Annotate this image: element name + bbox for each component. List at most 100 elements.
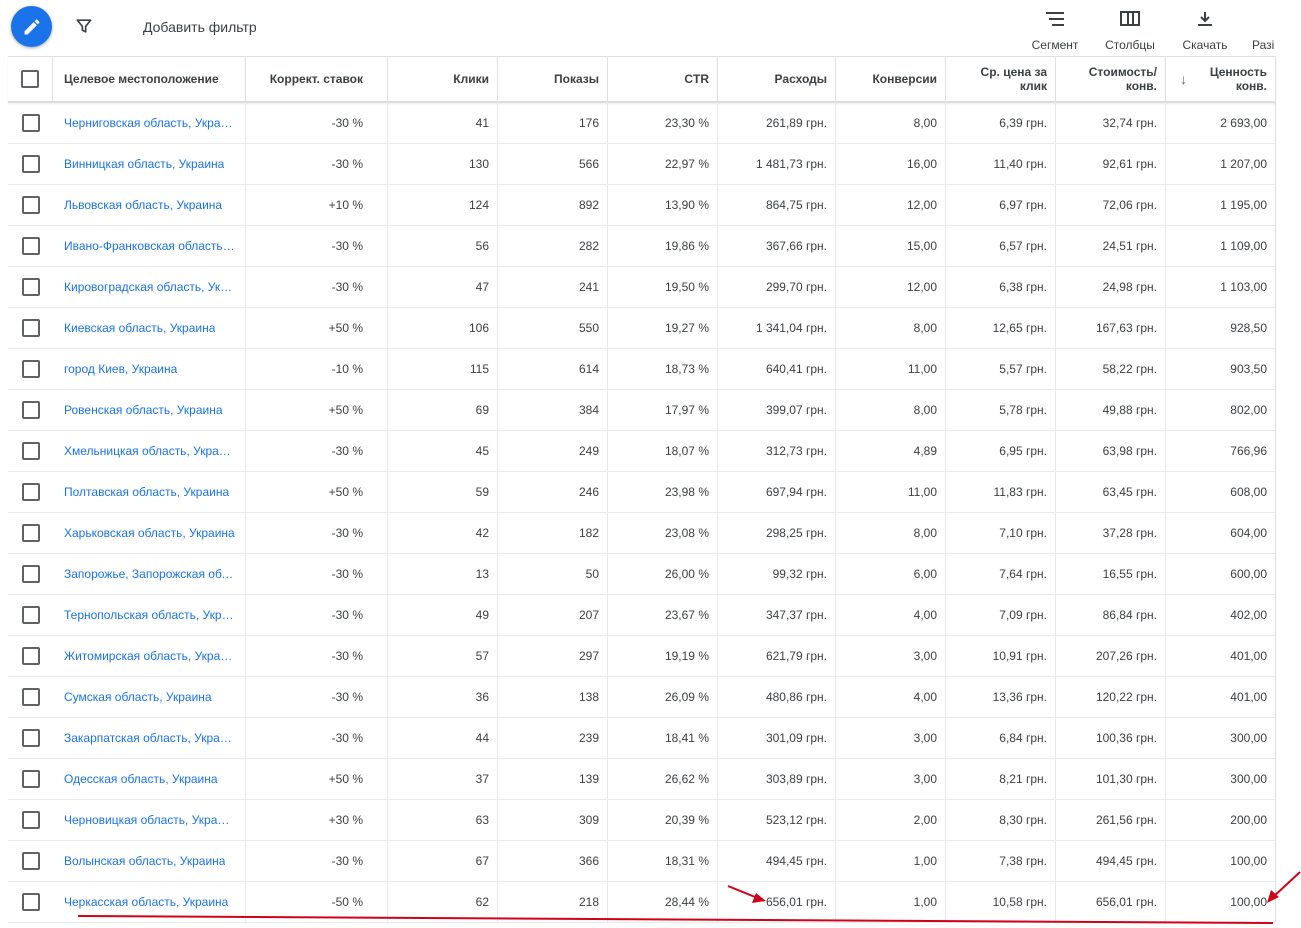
row-checkbox[interactable] [21,810,40,829]
cost-cell: 697,94 грн. [718,471,836,512]
header-bid-adj[interactable]: Коррект. ставок [246,57,388,101]
cost-cell: 99,32 грн. [718,553,836,594]
header-cost[interactable]: Расходы [718,57,836,101]
header-conv-value[interactable]: ↓ Ценность конв. [1166,57,1276,101]
row-checkbox[interactable] [21,113,40,132]
bid-adj-cell: +50 % [246,307,388,348]
row-checkbox[interactable] [21,892,40,911]
row-checkbox[interactable] [21,400,40,419]
avg-cpc-cell: 7,38 грн. [946,840,1056,881]
segment-label: Сегмент [1031,38,1079,52]
impressions-cell: 138 [498,676,608,717]
header-conversions[interactable]: Конверсии [836,57,946,101]
location-link[interactable]: Ровенская область, Украина [64,403,223,417]
location-link[interactable]: Кировоградская область, Украина [64,280,236,294]
columns-button[interactable]: Столбцы [1101,8,1159,52]
location-link[interactable]: Хмельницкая область, Украина [64,444,236,458]
location-link[interactable]: город Киев, Украина [64,362,177,376]
header-avg-cpc[interactable]: Ср. цена за клик [946,57,1056,101]
clicks-cell: 13 [388,553,498,594]
location-link[interactable]: Львовская область, Украина [64,198,222,212]
row-checkbox[interactable] [21,851,40,870]
location-cell: Харьковская область, Украина [53,512,246,553]
impressions-cell: 550 [498,307,608,348]
row-checkbox[interactable] [21,605,40,624]
clicks-cell: 130 [388,143,498,184]
conversions-cell: 4,89 [836,430,946,471]
row-checkbox[interactable] [21,359,40,378]
location-link[interactable]: Закарпатская область, Украина [64,731,236,745]
cost-cell: 640,41 грн. [718,348,836,389]
location-link[interactable]: Волынская область, Украина [64,854,225,868]
impressions-cell: 297 [498,635,608,676]
cost-conv-cell: 72,06 грн. [1056,184,1166,225]
row-checkbox[interactable] [21,523,40,542]
avg-cpc-cell: 6,84 грн. [946,717,1056,758]
location-link[interactable]: Запорожье, Запорожская область, Украина [64,567,236,581]
conversions-cell: 2,00 [836,799,946,840]
cost-cell: 312,73 грн. [718,430,836,471]
header-clicks[interactable]: Клики [388,57,498,101]
table-row: Сумская область, Украина -30 % 36 138 26,09 … [8,676,1276,718]
bid-adj-cell: +50 % [246,471,388,512]
row-checkbox[interactable] [21,687,40,706]
table-row: Черниговская область, Украина -30 % 41 176 2… [8,102,1276,144]
location-link[interactable]: Черновицкая область, Украина [64,813,236,827]
segment-button[interactable]: Сегмент [1028,8,1082,52]
location-link[interactable]: Житомирская область, Украина [64,649,236,663]
location-link[interactable]: Киевская область, Украина [64,321,215,335]
location-link[interactable]: Тернопольская область, Украина [64,608,236,622]
location-link[interactable]: Харьковская область, Украина [64,526,235,540]
download-button[interactable]: Скачать [1177,8,1233,52]
row-checkbox[interactable] [21,277,40,296]
location-link[interactable]: Винницкая область, Украина [64,157,224,171]
location-link[interactable]: Одесская область, Украина [64,772,218,786]
header-cost-conv[interactable]: Стоимость/ конв. [1056,57,1166,101]
header-location[interactable]: Целевое местоположение [53,57,246,101]
select-all-checkbox[interactable] [21,70,39,88]
avg-cpc-cell: 6,38 грн. [946,266,1056,307]
more-tools-button[interactable]: Разі [1252,8,1301,52]
cost-conv-cell: 63,45 грн. [1056,471,1166,512]
clicks-cell: 56 [388,225,498,266]
add-filter-button[interactable]: Добавить фильтр [143,19,257,35]
conversions-cell: 4,00 [836,594,946,635]
avg-cpc-cell: 6,97 грн. [946,184,1056,225]
row-checkbox[interactable] [21,154,40,173]
header-impressions[interactable]: Показы [498,57,608,101]
filter-icon[interactable] [74,16,94,36]
location-link[interactable]: Полтавская область, Украина [64,485,229,499]
table-row: Винницкая область, Украина -30 % 130 566 22,… [8,143,1276,185]
table-row: Закарпатская область, Украина -30 % 44 239 1… [8,717,1276,759]
conv-value-cell: 600,00 [1166,553,1276,594]
row-select-cell [8,676,53,717]
table-row: Кировоградская область, Украина -30 % 47 24… [8,266,1276,308]
location-link[interactable]: Сумская область, Украина [64,690,212,704]
row-checkbox[interactable] [21,769,40,788]
location-link[interactable]: Черкасская область, Украина [64,895,228,909]
edit-button[interactable] [11,6,52,47]
row-checkbox[interactable] [21,646,40,665]
row-select-cell [8,266,53,307]
location-link[interactable]: Черниговская область, Украина [64,116,236,130]
row-select-cell [8,512,53,553]
avg-cpc-cell: 7,10 грн. [946,512,1056,553]
location-link[interactable]: Ивано-Франковская область, Украина [64,239,236,253]
row-checkbox[interactable] [21,728,40,747]
conversions-cell: 3,00 [836,758,946,799]
row-checkbox[interactable] [21,482,40,501]
table-row: Харьковская область, Украина -30 % 42 182 23… [8,512,1276,554]
location-cell: Закарпатская область, Украина [53,717,246,758]
row-checkbox[interactable] [21,236,40,255]
pencil-icon [24,18,40,34]
header-ctr[interactable]: CTR [608,57,718,101]
row-checkbox[interactable] [21,564,40,583]
cost-cell: 347,37 грн. [718,594,836,635]
row-checkbox[interactable] [21,441,40,460]
ctr-cell: 23,08 % [608,512,718,553]
cost-conv-cell: 24,51 грн. [1056,225,1166,266]
row-checkbox[interactable] [21,195,40,214]
impressions-cell: 384 [498,389,608,430]
row-checkbox[interactable] [21,318,40,337]
conversions-cell: 8,00 [836,307,946,348]
